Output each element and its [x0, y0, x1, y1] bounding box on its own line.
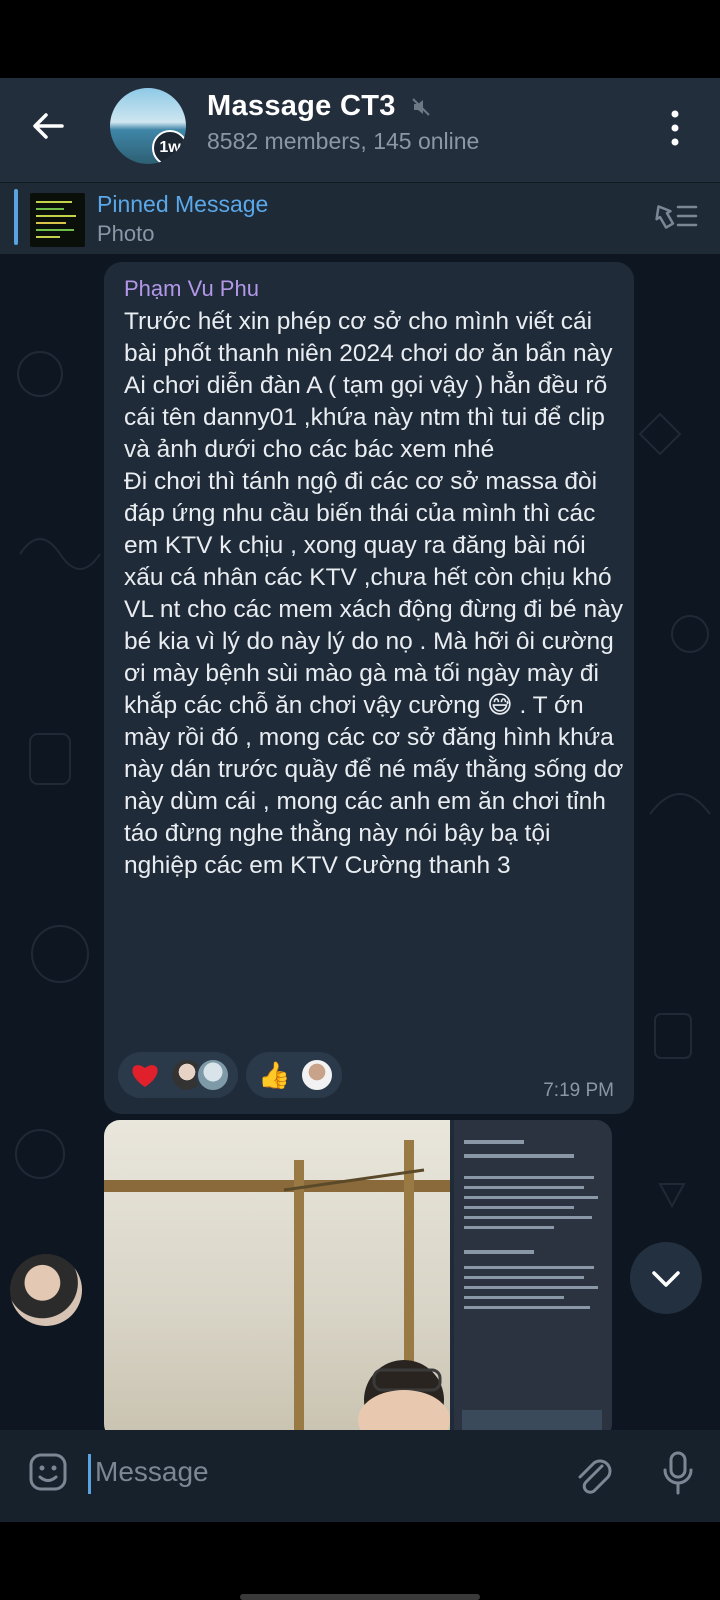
message-input[interactable]: Message [95, 1456, 209, 1488]
media-album[interactable] [104, 1120, 612, 1430]
message-bubble[interactable]: Phạm Vu Phu Trước hết xin phép cơ sở cho… [104, 262, 634, 1114]
message-time: 7:19 PM [543, 1080, 614, 1101]
chevron-down-icon [652, 1271, 680, 1287]
sender-avatar[interactable] [10, 1254, 82, 1326]
pinned-indicator [14, 189, 18, 245]
pinned-photo-thumbnail [30, 193, 85, 247]
back-arrow-icon[interactable] [28, 106, 68, 146]
pinned-message-bar[interactable]: Pinned Message Photo [0, 182, 720, 255]
pinned-title: Pinned Message [97, 191, 269, 217]
thumbs-up-icon: 👍 [258, 1060, 291, 1090]
more-options-icon[interactable] [668, 108, 682, 148]
microphone-icon[interactable] [660, 1450, 696, 1496]
chat-header: 1w Massage CT3 8582 members, 145 online [0, 78, 720, 182]
member-count: 8582 members, 145 online [207, 128, 480, 154]
group-avatar[interactable]: 1w [110, 88, 186, 164]
scroll-to-bottom-button[interactable] [630, 1242, 702, 1314]
reaction-heart[interactable] [118, 1052, 238, 1098]
pinned-list-icon[interactable] [652, 201, 698, 231]
telegram-chat-screen: 1w Massage CT3 8582 members, 145 online … [0, 78, 720, 1522]
chat-title[interactable]: Massage CT3 [207, 90, 396, 123]
sender-name[interactable]: Phạm Vu Phu [124, 276, 259, 302]
text-cursor [88, 1454, 91, 1494]
attach-icon[interactable] [572, 1452, 614, 1496]
message-input-bar: Message [0, 1430, 720, 1522]
muted-icon [412, 98, 430, 116]
screenshot-attachment[interactable] [454, 1120, 612, 1430]
reaction-thumbs-up[interactable]: 👍 [246, 1052, 342, 1098]
pinned-subtitle: Photo [97, 221, 155, 246]
photo-attachment[interactable] [104, 1120, 450, 1430]
heart-icon [132, 1065, 158, 1087]
message-text: Trước hết xin phép cơ sở cho mình viết c… [124, 308, 624, 879]
emoji-sticker-icon[interactable] [28, 1452, 68, 1492]
home-indicator [240, 1594, 480, 1600]
story-badge: 1w [152, 130, 186, 164]
reactor-avatar [300, 1058, 334, 1092]
reactor-avatar [196, 1058, 230, 1092]
message-list[interactable]: Phạm Vu Phu Trước hết xin phép cơ sở cho… [0, 254, 720, 1430]
